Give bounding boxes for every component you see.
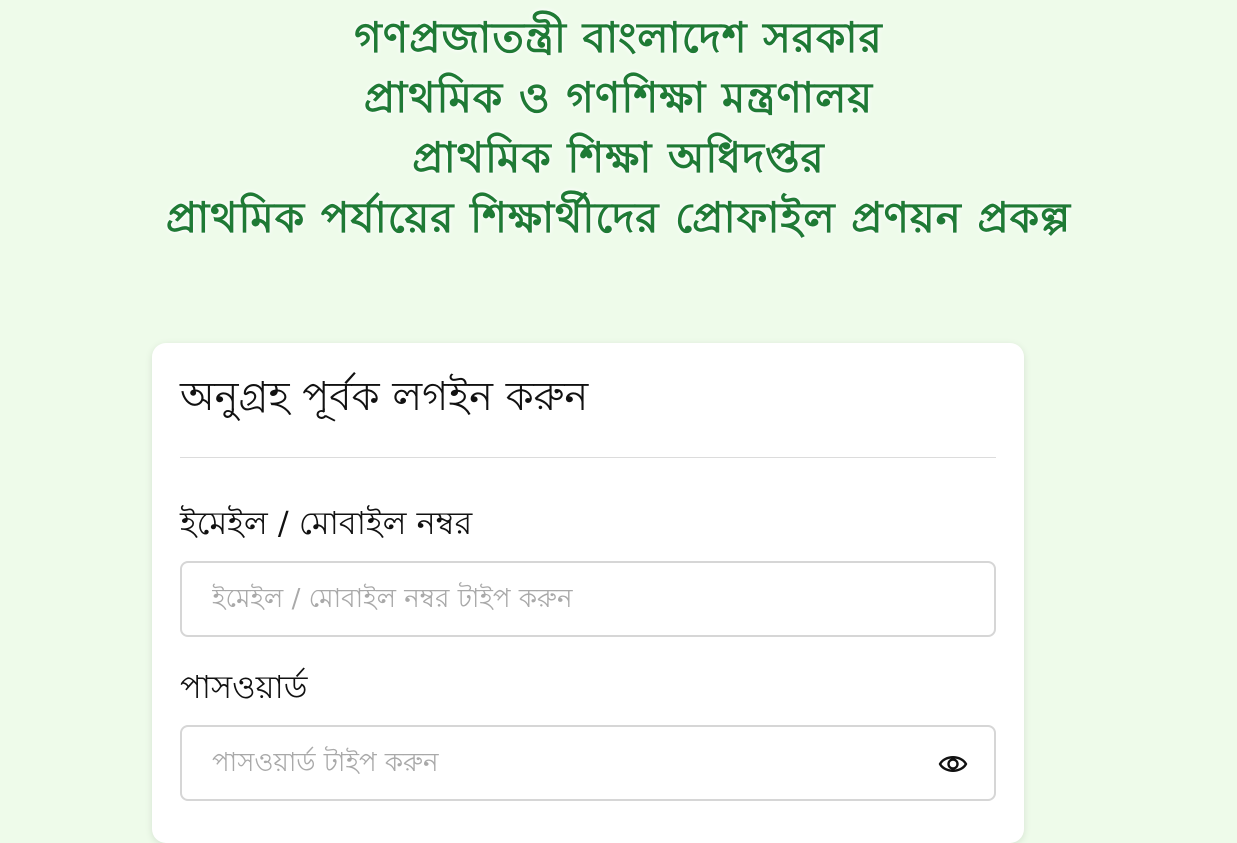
email-field-wrapper <box>180 561 996 637</box>
page-header: গণপ্রজাতন্ত্রী বাংলাদেশ সরকার প্রাথমিক ও… <box>0 8 1237 248</box>
eye-icon[interactable] <box>938 749 968 779</box>
header-project-title: প্রাথমিক পর্যায়ের শিক্ষার্থীদের প্রোফাই… <box>165 193 1072 242</box>
password-label: পাসওয়ার্ড <box>180 668 308 706</box>
password-field-wrapper <box>180 725 996 801</box>
login-card: অনুগ্রহ পূর্বক লগইন করুন ইমেইল / মোবাইল … <box>152 343 1024 843</box>
email-label: ইমেইল / মোবাইল নম্বর <box>180 504 473 542</box>
password-field[interactable] <box>182 727 994 799</box>
header-government-title: গণপ্রজাতন্ত্রী বাংলাদেশ সরকার <box>354 13 883 62</box>
email-field[interactable] <box>182 563 994 635</box>
header-directorate-title: প্রাথমিক শিক্ষা অধিদপ্তর <box>412 133 825 182</box>
header-ministry-title: প্রাথমিক ও গণশিক্ষা মন্ত্রণালয় <box>363 73 874 122</box>
login-title: অনুগ্রহ পূর্বক লগইন করুন <box>180 374 589 420</box>
title-divider <box>180 457 996 458</box>
